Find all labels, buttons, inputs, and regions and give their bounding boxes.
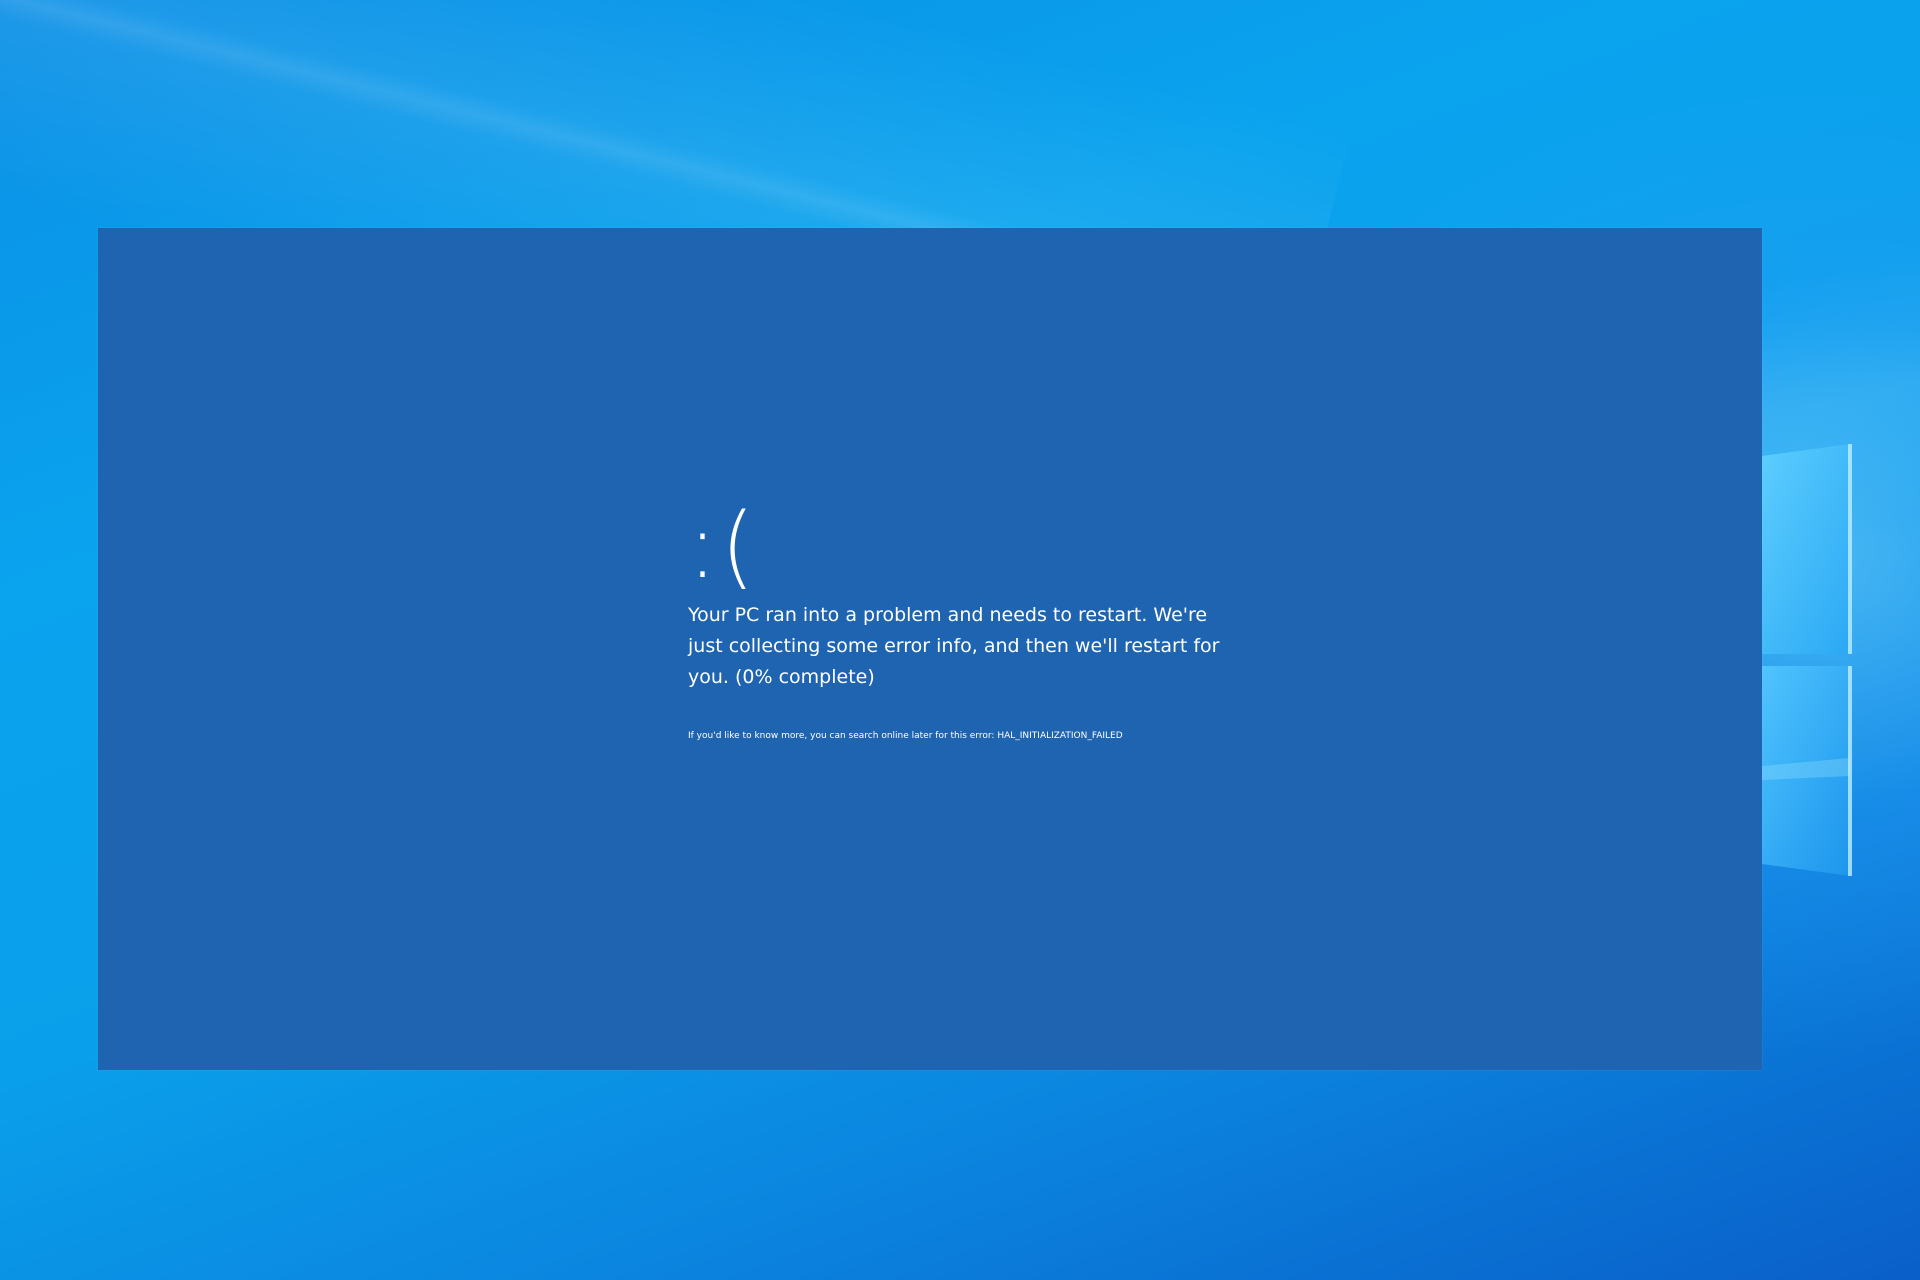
error-message: Your PC ran into a problem and needs to …: [688, 604, 1220, 688]
blue-screen-content: :( Your PC ran into a problem and needs …: [688, 496, 1248, 743]
error-info-text: If you'd like to know more, you can sear…: [688, 731, 1123, 741]
windows-logo-icon: [1762, 444, 1852, 876]
blue-screen-panel: :( Your PC ran into a problem and needs …: [98, 228, 1762, 1070]
sad-face-emoticon: :(: [688, 493, 759, 599]
